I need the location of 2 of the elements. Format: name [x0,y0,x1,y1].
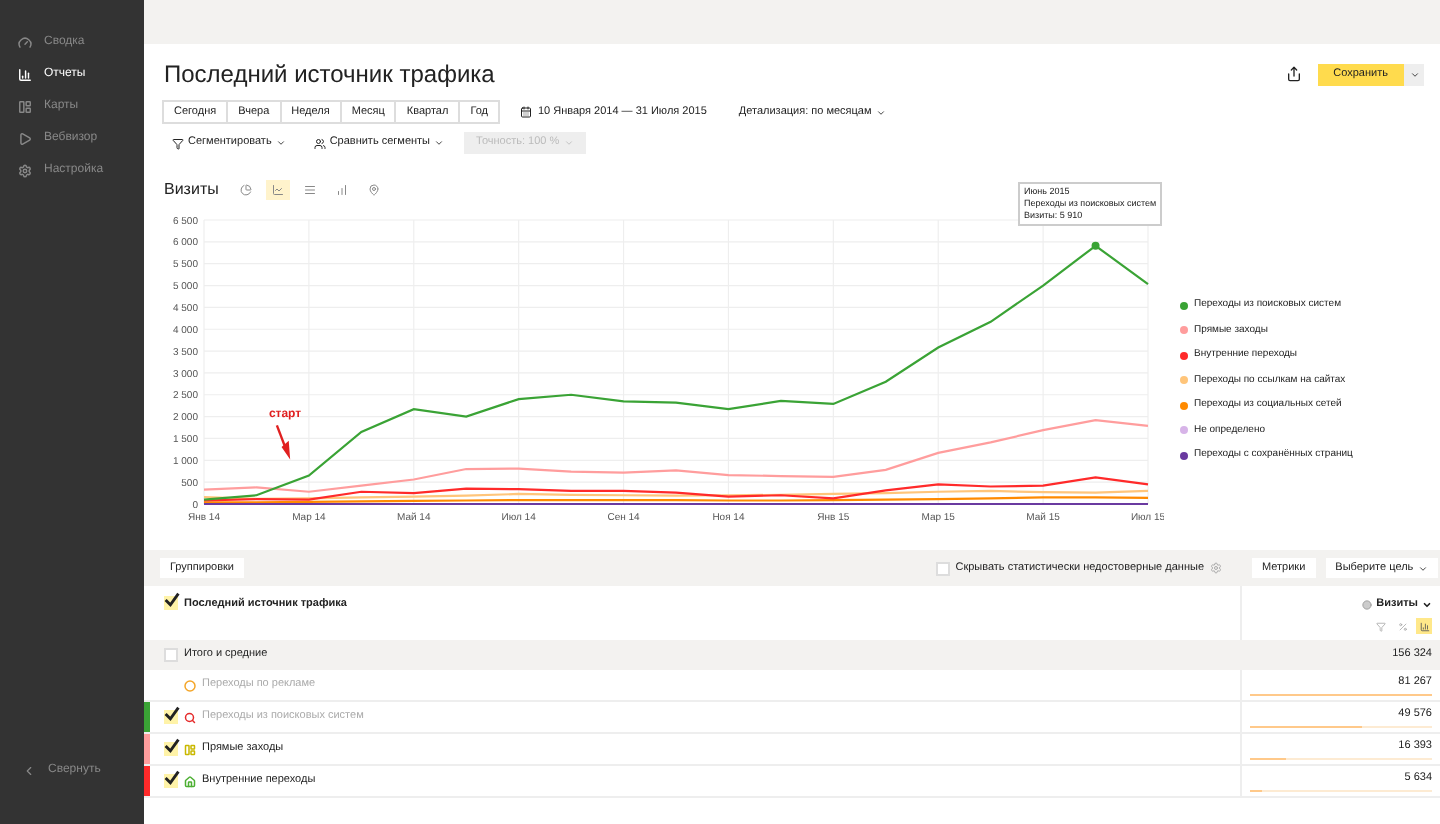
page-title: Последний источник трафика [164,58,495,92]
chart-title: Визиты [164,178,219,202]
